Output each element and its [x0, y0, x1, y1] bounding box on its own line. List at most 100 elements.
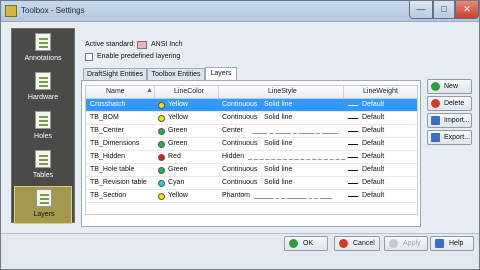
table-row[interactable]: TB_Center Green Center ____ _ ____ _ ___…	[86, 125, 417, 138]
layer-name: TB_Dimensions	[90, 140, 140, 147]
import-button-label: Import...	[444, 117, 470, 124]
layer-weight: Default	[362, 127, 385, 134]
close-button[interactable]: ✕	[455, 1, 479, 19]
layer-style: Continuous	[222, 101, 258, 108]
layer-style-preview: Solid line	[264, 114, 293, 121]
sidebar-item-label: Annotations	[24, 55, 62, 62]
grid-header: Name ▲ LineColor LineStyle LineWeight	[86, 86, 417, 99]
layer-name: TB_Section	[90, 192, 127, 199]
layer-weight: Default	[362, 114, 385, 121]
table-row[interactable]: TB_Hole table Green Continuous Solid lin…	[86, 164, 417, 177]
minimize-button[interactable]: —	[409, 1, 433, 19]
delete-button-label: Delete	[444, 100, 465, 107]
export-button-label: Export...	[444, 134, 471, 141]
sidebar-item-annotations[interactable]: Annotations	[14, 31, 72, 69]
new-button-label: New	[444, 83, 459, 90]
table-row[interactable]: TB_BOM Yellow Continuous Solid line Defa…	[86, 112, 417, 125]
color-dot-icon	[158, 154, 165, 161]
import-icon	[431, 116, 440, 125]
apply-button[interactable]: Apply	[384, 236, 428, 251]
column-header-name[interactable]: Name	[106, 88, 125, 95]
layer-style: Continuous	[222, 179, 258, 186]
layer-style: Continuous	[222, 114, 258, 121]
import-button[interactable]: Import...	[427, 113, 472, 128]
export-button[interactable]: Export...	[427, 130, 472, 145]
layer-style: Hidden	[222, 153, 245, 160]
column-header-lineweight[interactable]: LineWeight	[363, 88, 398, 95]
color-dot-icon	[158, 115, 165, 122]
column-header-linestyle[interactable]: LineStyle	[268, 88, 297, 95]
layer-color: Green	[168, 140, 188, 147]
line-weight-icon	[348, 105, 358, 106]
layer-name: TB_Hidden	[90, 153, 126, 160]
title-bar: Toolbox - Settings	[1, 1, 479, 22]
active-standard-value: ANSI Inch	[151, 41, 183, 48]
layer-style-preview: Solid line	[264, 140, 293, 147]
layers-icon	[36, 189, 52, 207]
delete-icon	[431, 99, 440, 108]
toolbox-app-icon	[5, 5, 17, 17]
table-row[interactable]: TB_Section Yellow Phantom _____ _ _ ____…	[86, 190, 417, 203]
maximize-button[interactable]: □	[433, 1, 455, 19]
new-button[interactable]: New	[427, 79, 472, 94]
layer-color: Yellow	[168, 101, 188, 108]
layer-color: Green	[168, 166, 188, 173]
sidebar: Annotations Hardware Holes Tables Layers	[11, 28, 75, 224]
sidebar-item-label: Hardware	[27, 94, 59, 101]
table-row[interactable]: Crosshatch Yellow Continuous Solid line …	[86, 99, 417, 112]
layer-name: TB_Center	[90, 127, 124, 134]
standard-color-swatch	[137, 41, 147, 49]
active-standard-label: Active standard:	[85, 41, 136, 48]
line-weight-icon	[348, 131, 358, 132]
layer-color: Yellow	[168, 192, 188, 199]
layer-name: TB_BOM	[90, 114, 119, 121]
table-row[interactable]: TB_Hidden Red Hidden _ _ _ _ _ _ _ _ _ _…	[86, 151, 417, 164]
enable-layering-checkbox[interactable]	[85, 53, 93, 61]
table-row[interactable]: TB_Dimensions Green Continuous Solid lin…	[86, 138, 417, 151]
layer-color: Green	[168, 127, 188, 134]
layer-style: Phantom	[222, 192, 251, 199]
table-row[interactable]: TB_Revision table Cyan Continuous Solid …	[86, 177, 417, 190]
apply-icon	[389, 239, 398, 248]
sidebar-item-label: Tables	[32, 172, 54, 179]
window-title: Toolbox - Settings	[21, 6, 85, 15]
sidebar-item-tables[interactable]: Tables	[14, 148, 72, 186]
cancel-button-label: Cancel	[353, 240, 375, 247]
enable-layering-label: Enable predefined layering	[97, 53, 181, 60]
color-dot-icon	[158, 167, 165, 174]
column-header-linecolor[interactable]: LineColor	[174, 88, 204, 95]
hardware-icon	[35, 72, 51, 90]
annotations-icon	[35, 33, 51, 51]
layer-style-preview: _____ _ _ _____ _ _ ___	[254, 192, 332, 199]
layer-weight: Default	[362, 192, 385, 199]
help-button[interactable]: Help	[430, 236, 474, 251]
line-weight-icon	[348, 118, 358, 119]
delete-button[interactable]: Delete	[427, 96, 472, 111]
layer-color: Cyan	[168, 179, 185, 186]
layers-grid: Name ▲ LineColor LineStyle LineWeight Cr…	[85, 85, 418, 215]
apply-button-label: Apply	[403, 240, 421, 247]
layer-style-preview: _ _ _ _ _ _ _ _ _ _ _ _ _ _ _ _ _	[248, 153, 346, 160]
line-weight-icon	[348, 157, 358, 158]
help-icon	[435, 239, 444, 248]
line-weight-icon	[348, 170, 358, 171]
sidebar-item-hardware[interactable]: Hardware	[14, 70, 72, 108]
tab-layers[interactable]: Layers	[205, 67, 237, 81]
help-button-label: Help	[449, 240, 464, 247]
layer-weight: Default	[362, 101, 385, 108]
sidebar-item-holes[interactable]: Holes	[14, 109, 72, 147]
layer-weight: Default	[362, 179, 385, 186]
color-dot-icon	[158, 128, 165, 135]
layer-style: Continuous	[222, 140, 258, 147]
layer-style-preview: Solid line	[264, 179, 293, 186]
settings-window: Toolbox - Settings — □ ✕ Annotations Har…	[0, 0, 480, 270]
cancel-button[interactable]: Cancel	[334, 236, 380, 251]
line-weight-icon	[348, 144, 358, 145]
sidebar-item-layers[interactable]: Layers	[14, 186, 72, 224]
layer-color: Red	[168, 153, 181, 160]
ok-button[interactable]: OK	[284, 236, 328, 251]
sidebar-item-label: Holes	[34, 133, 52, 140]
layer-style: Continuous	[222, 166, 258, 173]
tables-icon	[35, 150, 51, 168]
layer-style-preview: Solid line	[264, 101, 293, 108]
